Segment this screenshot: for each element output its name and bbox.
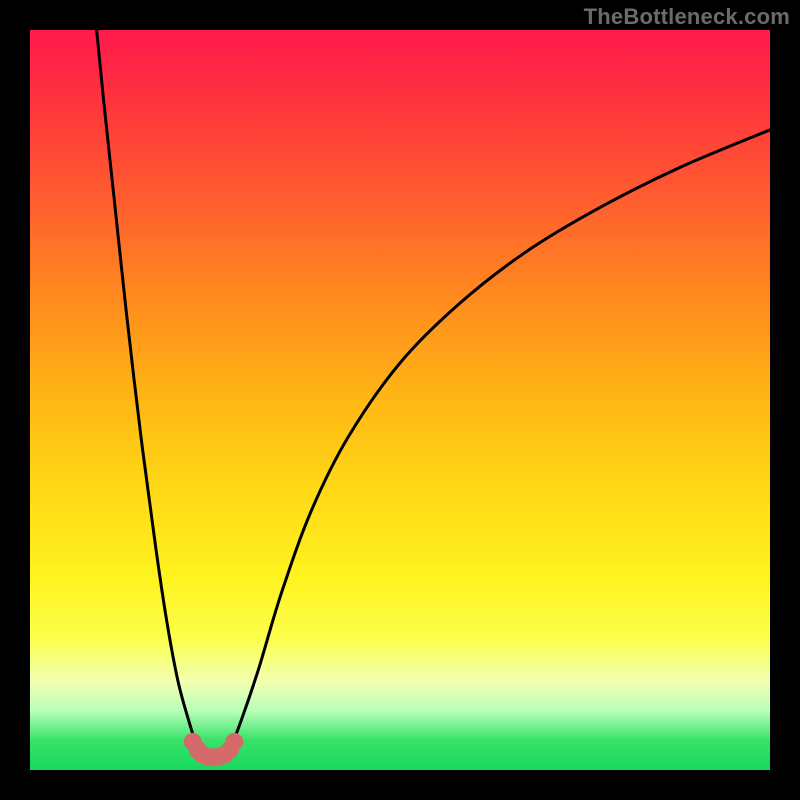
chart-frame: TheBottleneck.com xyxy=(0,0,800,800)
plot-area xyxy=(30,30,770,770)
left-branch-curve xyxy=(97,30,203,753)
watermark-text: TheBottleneck.com xyxy=(584,4,790,30)
valley-marker-dot xyxy=(225,733,243,751)
right-branch-curve xyxy=(225,130,770,753)
curve-layer xyxy=(30,30,770,770)
